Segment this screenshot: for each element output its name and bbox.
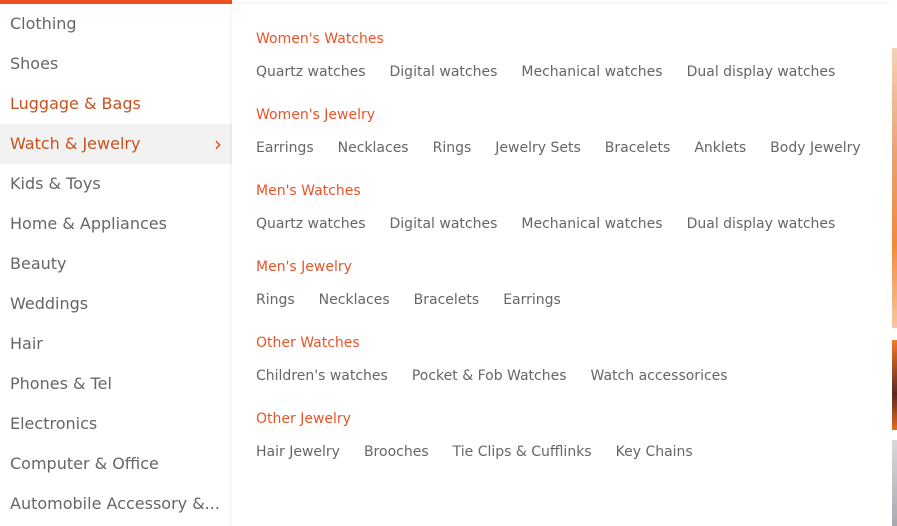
subcategory-group: Other Watches Children's watches Pocket & … (256, 333, 752, 385)
sidebar-category-label: Beauty (10, 254, 67, 273)
sidebar-category-item[interactable]: Hair (0, 324, 232, 364)
subcategory-link[interactable]: Rings (256, 290, 295, 310)
subcategory-link[interactable]: Body Jewelry (770, 138, 861, 158)
sidebar-category-label: Hair (10, 334, 43, 353)
sidebar-category-item[interactable]: Weddings (0, 284, 232, 324)
subcategory-link-row: Earrings Necklaces Rings Jewelry Sets Bracel… (256, 137, 885, 157)
subcategory-group-title[interactable]: Women's Watches (256, 29, 859, 49)
subcategory-link[interactable]: Quartz watches (256, 62, 366, 82)
sidebar-category-label: Clothing (10, 14, 77, 33)
subcategory-link[interactable]: Bracelets (605, 138, 671, 158)
subcategory-link-row: Hair Jewelry Brooches Tie Clips & Cufflink… (256, 441, 717, 461)
subcategory-link[interactable]: Earrings (503, 290, 561, 310)
sidebar-category-label: Kids & Toys (10, 174, 101, 193)
sidebar-category-label: Home & Appliances (10, 214, 167, 233)
subcategory-group: Men's Watches Quartz watches Digital watch… (256, 181, 859, 233)
subcategory-link[interactable]: Necklaces (338, 138, 409, 158)
subcategory-group: Women's Watches Quartz watches Digital wat… (256, 29, 859, 81)
subcategory-link[interactable]: Hair Jewelry (256, 442, 340, 462)
category-menu-page: Clothing Shoes Luggage & Bags Watch & Jewel… (0, 0, 897, 526)
subcategory-group-title[interactable]: Women's Jewelry (256, 105, 885, 125)
subcategory-link-row: Quartz watches Digital watches Mechanical … (256, 61, 859, 81)
subcategory-flyout-panel: Women's Watches Quartz watches Digital wat… (232, 4, 892, 526)
subcategory-link[interactable]: Dual display watches (687, 62, 836, 82)
sidebar-category-label: Phones & Tel (10, 374, 112, 393)
sidebar-category-item[interactable]: Phones & Tel (0, 364, 232, 404)
banner-image-slice (892, 440, 897, 526)
subcategory-link[interactable]: Quartz watches (256, 214, 366, 234)
subcategory-link[interactable]: Watch accessorices (591, 366, 728, 386)
sidebar-category-item[interactable]: Automobile Accessory &... (0, 484, 232, 524)
subcategory-link-row: Children's watches Pocket & Fob Watches Wa… (256, 365, 752, 385)
subcategory-link[interactable]: Anklets (694, 138, 746, 158)
subcategory-link-row: Quartz watches Digital watches Mechanical … (256, 213, 859, 233)
subcategory-link[interactable]: Jewelry Sets (495, 138, 580, 158)
subcategory-link[interactable]: Brooches (364, 442, 429, 462)
sidebar-category-item[interactable]: Luggage & Bags (0, 84, 232, 124)
subcategory-link[interactable]: Necklaces (319, 290, 390, 310)
banner-image-slice (892, 48, 897, 328)
sidebar-category-label: Electronics (10, 414, 98, 433)
subcategory-link[interactable]: Bracelets (414, 290, 480, 310)
subcategory-link[interactable]: Mechanical watches (521, 214, 662, 234)
chevron-right-icon: › (214, 132, 222, 156)
subcategory-link[interactable]: Digital watches (390, 214, 498, 234)
sidebar-category-label: Shoes (10, 54, 59, 73)
subcategory-group-title[interactable]: Other Watches (256, 333, 752, 353)
sidebar-category-item[interactable]: Shoes (0, 44, 232, 84)
subcategory-link[interactable]: Key Chains (616, 442, 693, 462)
background-banner-edge (892, 0, 897, 526)
sidebar-category-label: Luggage & Bags (10, 94, 141, 113)
subcategory-link[interactable]: Children's watches (256, 366, 388, 386)
subcategory-link[interactable]: Dual display watches (687, 214, 836, 234)
category-list: Clothing Shoes Luggage & Bags Watch & Jewel… (0, 4, 232, 524)
category-sidebar: Clothing Shoes Luggage & Bags Watch & Jewel… (0, 0, 232, 526)
subcategory-group-title[interactable]: Other Jewelry (256, 409, 717, 429)
sidebar-category-item[interactable]: Home & Appliances (0, 204, 232, 244)
sidebar-category-item[interactable]: Computer & Office (0, 444, 232, 484)
subcategory-link[interactable]: Tie Clips & Cufflinks (453, 442, 592, 462)
subcategory-group-title[interactable]: Men's Jewelry (256, 257, 585, 277)
subcategory-link-row: Rings Necklaces Bracelets Earrings (256, 289, 585, 309)
subcategory-link[interactable]: Rings (433, 138, 472, 158)
sidebar-category-item[interactable]: Electronics (0, 404, 232, 444)
subcategory-link[interactable]: Mechanical watches (521, 62, 662, 82)
subcategory-group: Women's Jewelry Earrings Necklaces Rings Jew… (256, 105, 885, 157)
subcategory-link[interactable]: Earrings (256, 138, 314, 158)
banner-image-slice (892, 340, 897, 430)
sidebar-category-item[interactable]: Watch & Jewelry › (0, 124, 232, 164)
sidebar-category-label: Watch & Jewelry (10, 134, 141, 153)
subcategory-group: Other Jewelry Hair Jewelry Brooches Tie Cli… (256, 409, 717, 461)
subcategory-group-title[interactable]: Men's Watches (256, 181, 859, 201)
sidebar-category-item[interactable]: Clothing (0, 4, 232, 44)
sidebar-category-item[interactable]: Kids & Toys (0, 164, 232, 204)
sidebar-category-label: Computer & Office (10, 454, 159, 473)
subcategory-link[interactable]: Pocket & Fob Watches (412, 366, 567, 386)
sidebar-category-label: Automobile Accessory &... (10, 494, 220, 513)
subcategory-group: Men's Jewelry Rings Necklaces Bracelets Earr… (256, 257, 585, 309)
sidebar-category-label: Weddings (10, 294, 89, 313)
sidebar-category-item[interactable]: Beauty (0, 244, 232, 284)
subcategory-link[interactable]: Digital watches (390, 62, 498, 82)
